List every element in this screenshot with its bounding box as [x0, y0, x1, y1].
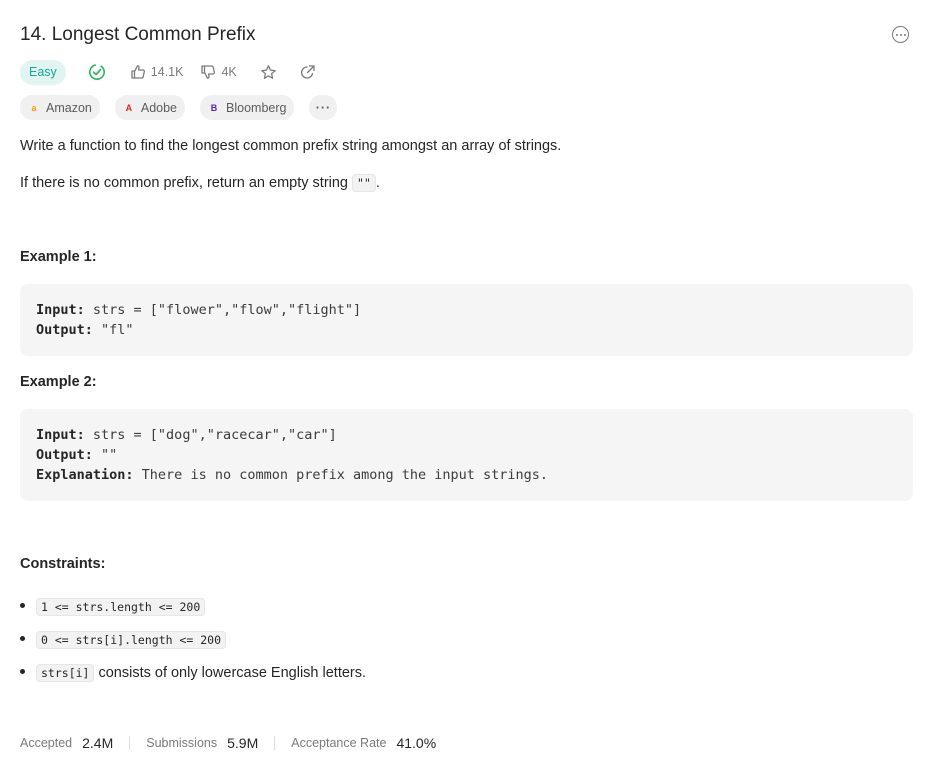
example-1-block: Input: strs = ["flower","flow","flight"]… [20, 284, 913, 356]
example-2-block: Input: strs = ["dog","racecar","car"] Ou… [20, 409, 913, 501]
bloomberg-logo-icon: B [210, 102, 218, 113]
thumbs-down-icon [201, 65, 216, 79]
share-icon[interactable] [299, 64, 316, 81]
output-value: "" [92, 447, 118, 463]
company-name: Amazon [46, 100, 92, 115]
like-button[interactable]: 14.1K [130, 64, 184, 80]
company-tag-adobe[interactable]: A Adobe [114, 95, 186, 120]
input-label: Input: [36, 427, 85, 443]
company-name: Adobe [140, 100, 178, 115]
description-line-1: Write a function to find the longest com… [20, 138, 562, 154]
accepted-label: Accepted [20, 736, 73, 750]
output-label: Output: [36, 447, 93, 463]
explanation-value: There is no common prefix among the inpu… [133, 467, 549, 483]
submission-stats: Accepted 2.4M Submissions 5.9M Acceptanc… [20, 733, 436, 753]
divider [129, 736, 131, 750]
description-suffix: . [375, 175, 380, 191]
amazon-logo-icon: a [31, 102, 37, 113]
input-label: Input: [36, 302, 85, 318]
company-name: Bloomberg [226, 100, 287, 115]
company-tags: a Amazon A Adobe B Bloomberg ··· [20, 95, 338, 120]
star-icon[interactable] [260, 64, 277, 81]
acceptance-rate-value: 41.0% [396, 735, 437, 751]
problem-title: 14. Longest Common Prefix [20, 24, 256, 45]
company-tag-bloomberg[interactable]: B Bloomberg [200, 95, 295, 120]
like-count: 14.1K [150, 65, 184, 79]
list-item: 1 <= strs.length <= 200 [20, 590, 366, 623]
example-1-input: Input: strs = ["flower","flow","flight"] [36, 300, 897, 320]
example-2-heading: Example 2: [20, 374, 97, 390]
inline-code: 1 <= strs.length <= 200 [36, 597, 206, 616]
divider [274, 736, 276, 750]
more-companies-button[interactable]: ··· [309, 95, 338, 120]
example-2-input: Input: strs = ["dog","racecar","car"] [36, 425, 897, 445]
check-circle-icon [88, 63, 106, 81]
inline-code: "" [352, 174, 376, 192]
more-options-icon[interactable] [892, 26, 909, 43]
output-value: "fl" [92, 322, 134, 338]
example-1-output: Output: "fl" [36, 320, 897, 340]
constraints-heading: Constraints: [20, 556, 106, 572]
input-value: strs = ["flower","flow","flight"] [84, 302, 362, 318]
input-value: strs = ["dog","racecar","car"] [84, 427, 337, 443]
thumbs-up-icon [131, 65, 145, 79]
problem-meta: Easy 14.1K 4K [20, 59, 316, 85]
submissions-value: 5.9M [227, 735, 259, 751]
description-text: If there is no common prefix, return an … [20, 175, 353, 191]
inline-code: strs[i] [36, 663, 95, 682]
constraints-list: 1 <= strs.length <= 200 0 <= strs[i].len… [20, 590, 366, 689]
submissions-label: Submissions [146, 736, 218, 750]
explanation-label: Explanation: [36, 467, 134, 483]
adobe-logo-icon: A [125, 102, 133, 113]
dislike-count: 4K [221, 65, 237, 79]
difficulty-badge[interactable]: Easy [20, 59, 66, 85]
example-1-heading: Example 1: [20, 249, 97, 265]
example-2-explanation: Explanation: There is no common prefix a… [36, 465, 897, 485]
description-line-2: If there is no common prefix, return an … [20, 173, 380, 193]
constraint-text: consists of only lowercase English lette… [98, 664, 367, 681]
acceptance-rate-label: Acceptance Rate [291, 736, 387, 750]
dislike-button[interactable]: 4K [200, 64, 237, 80]
inline-code: 0 <= strs[i].length <= 200 [36, 630, 227, 649]
company-tag-amazon[interactable]: a Amazon [20, 95, 100, 120]
list-item: 0 <= strs[i].length <= 200 [20, 623, 366, 656]
accepted-value: 2.4M [82, 735, 114, 751]
output-label: Output: [36, 322, 93, 338]
list-item: strs[i] consists of only lowercase Englis… [20, 656, 366, 689]
example-2-output: Output: "" [36, 445, 897, 465]
title-row: 14. Longest Common Prefix [20, 22, 913, 48]
